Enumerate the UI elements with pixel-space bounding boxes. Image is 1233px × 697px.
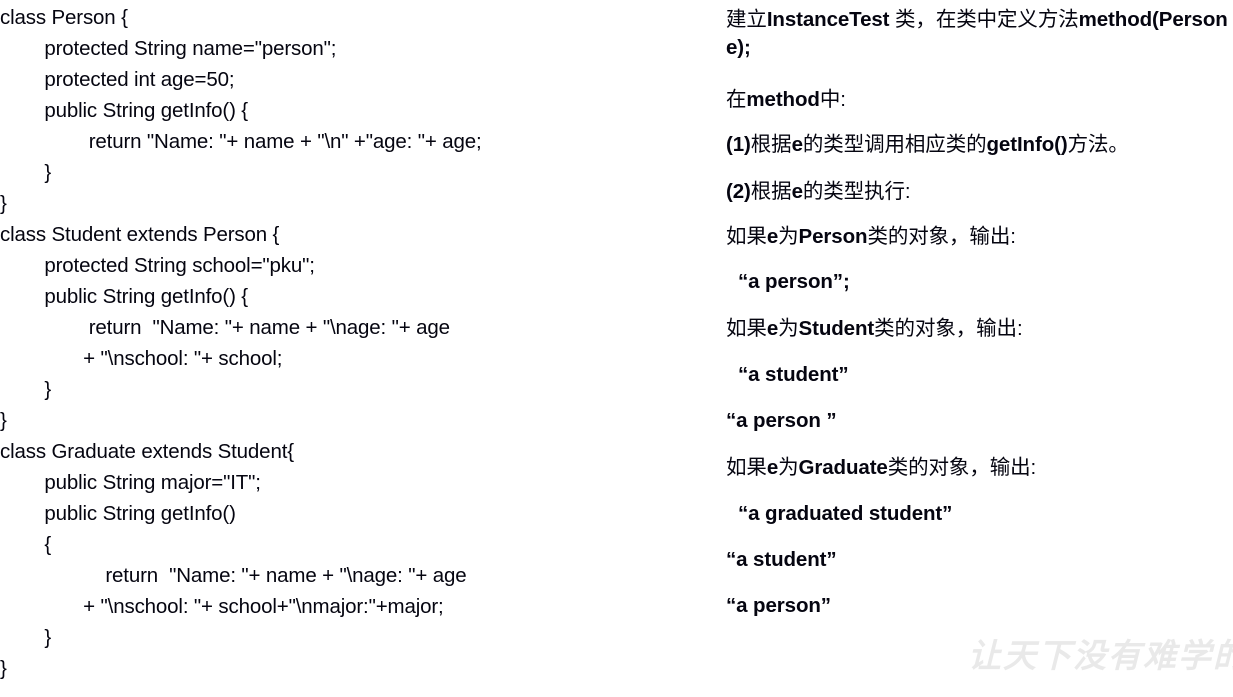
spec-segment: “a student” [726, 548, 837, 571]
code-line: return "Name: "+ name + "\n" +"age: "+ a… [0, 130, 482, 153]
spec-segment: “a person” [726, 594, 831, 617]
code-line: public String major="IT"; [0, 471, 261, 494]
spec-line-out-graduate-student: “a student” [726, 546, 1233, 574]
code-line: return "Name: "+ name + "\nage: "+ age [0, 564, 467, 587]
code-line: class Graduate extends Student{ [0, 440, 294, 463]
spec-segment: InstanceTest [766, 8, 896, 31]
spec-segment: 建立 [726, 8, 767, 31]
code-line: } [0, 378, 52, 401]
spec-line-out-person-1: “a person”; [738, 268, 1233, 296]
spec-segment: (1) [726, 133, 751, 156]
spec-segment: 根据 [750, 133, 792, 156]
spec-segment: 为 [778, 317, 799, 340]
code-line: } [0, 657, 7, 680]
spec-segment: “a person ” [726, 409, 837, 432]
code-listing-panel: class Person { protected String name="pe… [0, 0, 715, 697]
spec-line-rule-1: (1)根据e的类型调用相应类的getInfo()方法。 [726, 131, 1233, 159]
spec-segment: 类的对象，输出: [867, 225, 1016, 248]
code-line: + "\nschool: "+ school+"\nmajor:"+major; [0, 595, 444, 618]
spec-segment: 类的对象，输出: [874, 317, 1023, 340]
code-line: class Student extends Person { [0, 223, 280, 246]
spec-segment: “a student” [738, 363, 849, 386]
spec-segment: 在 [726, 88, 747, 111]
spec-segment: e [791, 180, 803, 203]
spec-line-task-intro: 建立InstanceTest 类，在类中定义方法method(Person e)… [726, 6, 1233, 62]
spec-line-out-student-1: “a student” [738, 361, 1233, 389]
spec-line-case-graduate: 如果e为Graduate类的对象，输出: [726, 454, 1233, 482]
spec-segment: 的类型调用相应类的 [802, 133, 987, 156]
spec-segment: 根据 [750, 180, 792, 203]
spec-line-out-student-person: “a person ” [726, 407, 1233, 435]
spec-segment: getInfo() [986, 133, 1068, 156]
spec-segment: “a person”; [738, 270, 850, 293]
spec-segment: e [791, 133, 803, 156]
spec-segment: 如果 [726, 225, 767, 248]
code-line: + "\nschool: "+ school; [0, 347, 283, 370]
spec-line-out-graduate-1: “a graduated student” [738, 500, 1233, 528]
code-line: protected String school="pku"; [0, 254, 315, 277]
code-line: } [0, 161, 52, 184]
spec-segment: 如果 [726, 317, 767, 340]
spec-segment: (2) [726, 180, 751, 203]
spec-segment: 方法。 [1067, 133, 1129, 156]
spec-segment: 中: [819, 88, 846, 111]
spec-line-in-method: 在method中: [726, 86, 1233, 114]
spec-segment: Person [798, 225, 868, 248]
spec-segment: 为 [778, 225, 799, 248]
code-line: protected int age=50; [0, 68, 235, 91]
spec-segment: 为 [778, 456, 799, 479]
code-line: protected String name="person"; [0, 37, 337, 60]
code-line: public String getInfo() [0, 502, 236, 525]
code-line: { [0, 533, 52, 556]
spec-line-case-person: 如果e为Person类的对象，输出: [726, 223, 1233, 251]
spec-segment: e [766, 317, 779, 340]
spec-line-out-graduate-person: “a person” [726, 592, 1233, 620]
spec-segment: “a graduated student” [738, 502, 953, 525]
watermark-text: 让天下没有难学的技 [968, 636, 1233, 675]
spec-segment: Student [798, 317, 875, 340]
code-line: } [0, 626, 52, 649]
code-line: } [0, 192, 7, 215]
spec-segment: e [766, 225, 779, 248]
task-specification-panel: 建立InstanceTest 类，在类中定义方法method(Person e)… [715, 0, 1233, 697]
code-line: class Person { [0, 6, 128, 29]
spec-segment: 类，在类中定义方法 [895, 8, 1079, 31]
spec-segment: 如果 [726, 456, 767, 479]
code-line: public String getInfo() { [0, 99, 249, 122]
code-line: return "Name: "+ name + "\nage: "+ age [0, 316, 450, 339]
spec-segment: method [746, 88, 820, 111]
code-line: public String getInfo() { [0, 285, 249, 308]
spec-line-rule-2: (2)根据e的类型执行: [726, 178, 1233, 206]
code-line: } [0, 409, 7, 432]
spec-segment: 类的对象，输出: [887, 456, 1037, 479]
spec-line-case-student: 如果e为Student类的对象，输出: [726, 315, 1233, 343]
spec-segment: e [766, 456, 779, 479]
spec-segment: Graduate [798, 456, 888, 479]
spec-segment: 的类型执行: [802, 180, 911, 203]
